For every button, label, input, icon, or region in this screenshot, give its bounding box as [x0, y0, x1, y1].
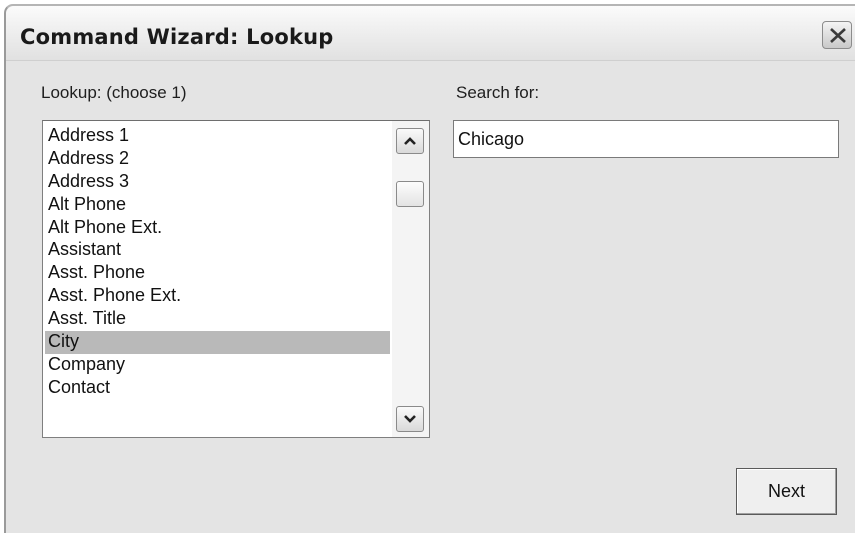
- scroll-up-button[interactable]: [396, 128, 424, 154]
- search-input[interactable]: [453, 120, 839, 158]
- list-item[interactable]: City: [45, 331, 390, 354]
- command-wizard-window: Command Wizard: Lookup Lookup: (choose 1…: [4, 4, 855, 533]
- list-item[interactable]: Asst. Title: [45, 308, 390, 331]
- list-item[interactable]: Assistant: [45, 239, 390, 262]
- lookup-label: Lookup: (choose 1): [41, 83, 187, 102]
- title-bar[interactable]: Command Wizard: Lookup: [6, 6, 855, 61]
- list-item[interactable]: Address 2: [45, 148, 390, 171]
- window-title: Command Wizard: Lookup: [20, 25, 334, 49]
- close-icon: [830, 28, 846, 43]
- list-item[interactable]: Contact: [45, 377, 390, 400]
- next-button[interactable]: Next: [736, 468, 837, 515]
- listbox-scrollbar[interactable]: [392, 121, 429, 437]
- chevron-up-icon: [404, 137, 416, 145]
- list-item[interactable]: Address 1: [45, 125, 390, 148]
- list-item[interactable]: Alt Phone: [45, 194, 390, 217]
- search-label: Search for:: [456, 83, 540, 102]
- list-item[interactable]: Asst. Phone Ext.: [45, 285, 390, 308]
- list-item[interactable]: Asst. Phone: [45, 262, 390, 285]
- lookup-listbox[interactable]: Address 1 Address 2 Address 3 Alt Phone Alt …: [42, 120, 430, 438]
- scroll-thumb[interactable]: [396, 181, 424, 207]
- close-button[interactable]: [822, 21, 852, 49]
- chevron-down-icon: [404, 415, 416, 423]
- list-item[interactable]: Address 3: [45, 171, 390, 194]
- scroll-down-button[interactable]: [396, 406, 424, 432]
- list-item[interactable]: Alt Phone Ext.: [45, 217, 390, 240]
- list-item[interactable]: Company: [45, 354, 390, 377]
- lookup-list[interactable]: Address 1 Address 2 Address 3 Alt Phone Alt …: [45, 125, 390, 400]
